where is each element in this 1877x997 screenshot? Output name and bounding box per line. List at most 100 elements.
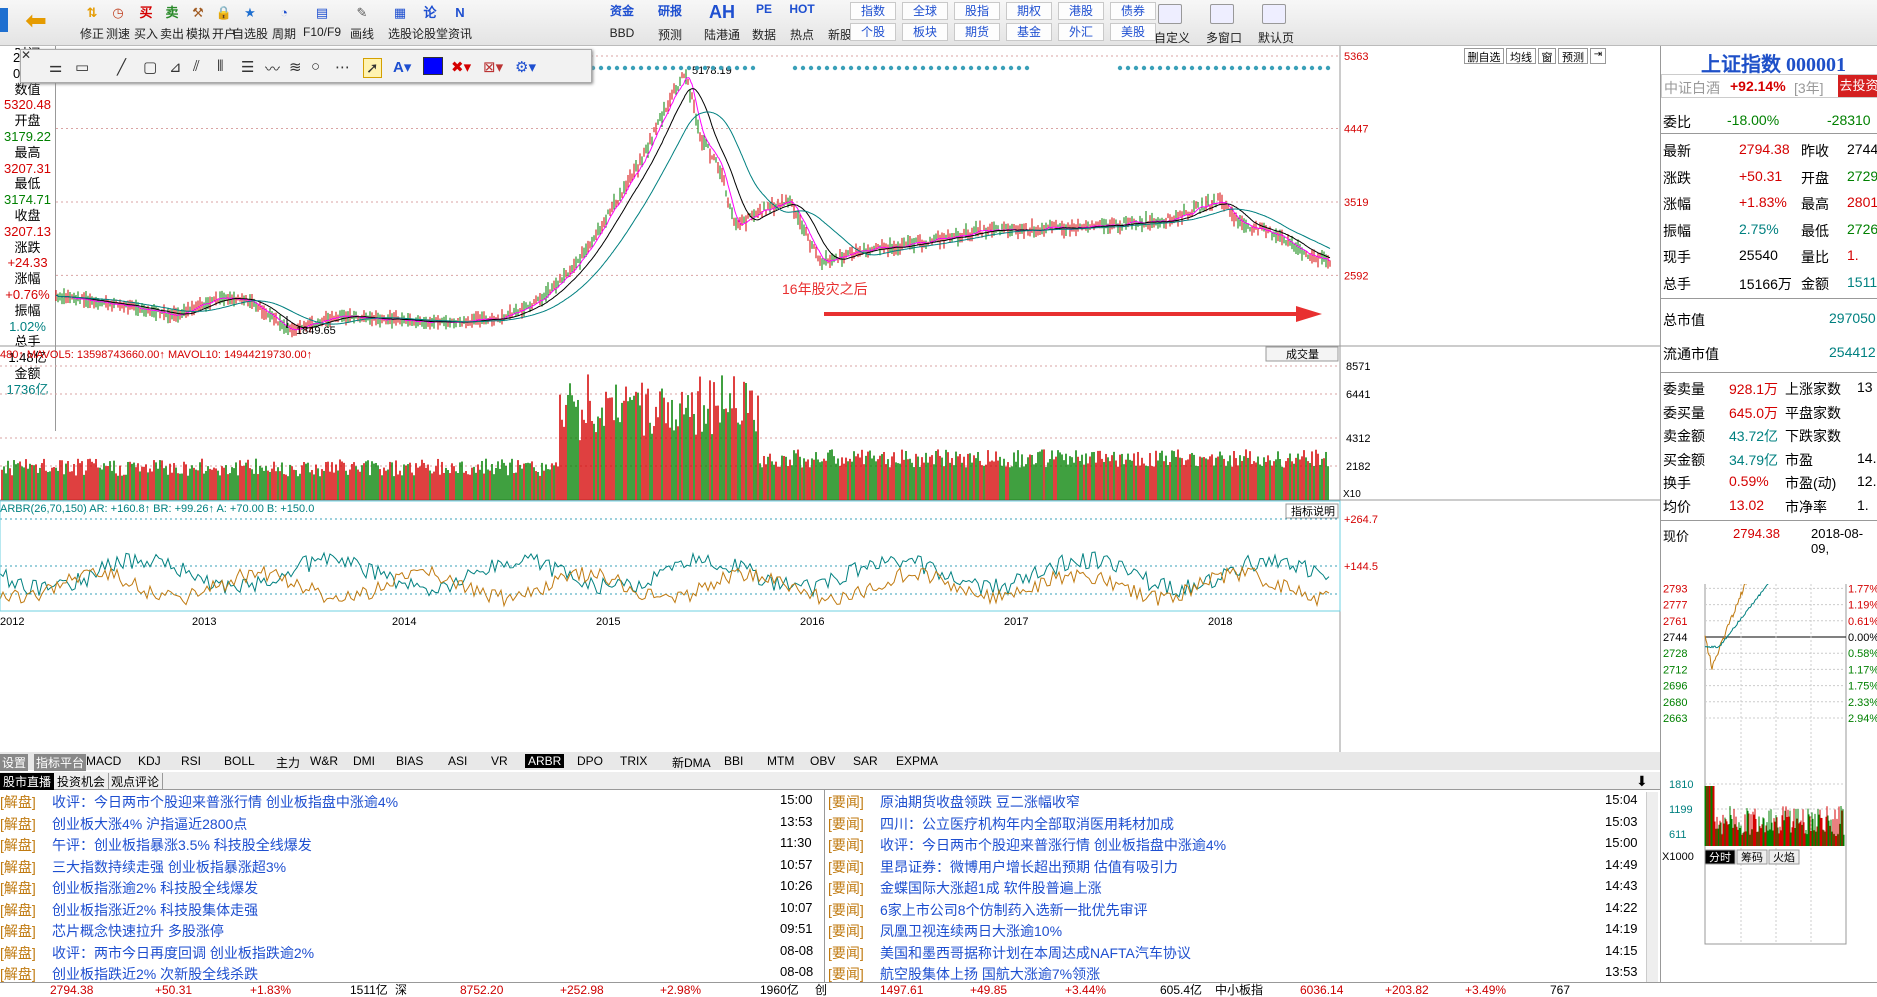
rect-tool-icon[interactable]: ▢ xyxy=(143,58,157,76)
right-toolbar-label[interactable]: 默认页 xyxy=(1254,29,1298,46)
settings-lines-icon[interactable]: ⚌ xyxy=(49,58,62,76)
delete-favorite-button[interactable]: 删自选 xyxy=(1464,48,1504,64)
news-headline[interactable]: 三大指数持续走强 创业板指暴涨超3% xyxy=(52,857,286,877)
mid-button-1[interactable]: 研报 xyxy=(648,2,692,22)
news-tab[interactable]: 观点评论 xyxy=(108,773,164,790)
fib-tool-icon[interactable]: ☰ xyxy=(241,58,254,76)
back-button[interactable]: ⬅ xyxy=(22,6,50,34)
market-button-5[interactable]: 债券 xyxy=(1110,2,1156,20)
news-headline[interactable]: 金蝶国际大涨超1成 软件股普遍上涨 xyxy=(880,878,1102,898)
market-button-1[interactable]: 全球 xyxy=(902,2,948,20)
ma-button[interactable]: 均线 xyxy=(1506,48,1536,64)
news-download-icon[interactable]: ⬇ xyxy=(1636,773,1648,790)
market-button-4[interactable]: 港股 xyxy=(1058,2,1104,20)
multi-window-icon[interactable] xyxy=(1210,4,1234,24)
indicator-tab[interactable]: VR xyxy=(491,754,508,768)
custom-page-icon[interactable] xyxy=(1158,4,1182,24)
indicator-tab[interactable]: DPO xyxy=(577,754,603,768)
invest-button[interactable]: 去投资 xyxy=(1838,75,1877,97)
wave-tool-icon[interactable]: 〰 xyxy=(265,58,280,79)
news-headline[interactable]: 创业板指涨逾2% 科技股全线爆发 xyxy=(52,878,258,898)
home-icon[interactable] xyxy=(1262,4,1286,24)
news-headline[interactable]: 凤凰卫视连续两日大涨逾10% xyxy=(880,921,1062,941)
forecast-button[interactable]: 预测 xyxy=(1558,48,1588,64)
indicator-tab[interactable]: BOLL xyxy=(224,754,255,768)
news-headline[interactable]: 里昂证券：微博用户增长超出预期 估值有吸引力 xyxy=(880,857,1178,877)
channel-tool-icon[interactable]: ⫽ xyxy=(193,58,200,75)
indicator-tab[interactable]: ARBR xyxy=(525,754,565,768)
market-button-9[interactable]: 基金 xyxy=(1006,23,1052,41)
line-tool-icon[interactable]: ╱ xyxy=(117,58,126,76)
text-tool-icon[interactable]: A▾ xyxy=(393,58,411,76)
cycle-tool-icon[interactable]: ≋ xyxy=(289,58,302,76)
erase-all-icon[interactable]: ⊠▾ xyxy=(483,58,503,76)
more-tools-icon[interactable]: ⋯ xyxy=(335,58,350,76)
market-button-0[interactable]: 指数 xyxy=(850,2,896,20)
news-headline[interactable]: 午评：创业板指暴涨3.5% 科技股全线爆发 xyxy=(52,835,312,855)
indicator-tab[interactable]: EXPMA xyxy=(896,754,938,768)
indicator-tab[interactable]: 指标平台 xyxy=(34,754,87,771)
indicator-tab[interactable]: 设置 xyxy=(0,754,29,771)
news-tab[interactable]: 股市直播 xyxy=(0,773,55,790)
market-button-6[interactable]: 个股 xyxy=(850,23,896,41)
news-tab[interactable]: 投资机会 xyxy=(54,773,110,790)
market-button-2[interactable]: 股指 xyxy=(954,2,1000,20)
indicator-tab[interactable]: SAR xyxy=(853,754,878,768)
fan-tool-icon[interactable]: ⊿ xyxy=(169,58,182,76)
intraday-chart[interactable]: 28252.94%28092.36%27931.77%27771.19%2761… xyxy=(1661,584,1877,986)
news-headline[interactable]: 四川：公立医疗机构年内全部取消医用耗材加成 xyxy=(880,814,1174,834)
circle-tool-icon[interactable]: ○ xyxy=(311,58,320,75)
news-headline[interactable]: 收评：今日两市个股迎来普涨行情 创业板指盘中涨逾4% xyxy=(880,835,1226,855)
indicator-tab[interactable]: BBI xyxy=(724,754,743,768)
market-button-3[interactable]: 期权 xyxy=(1006,2,1052,20)
indicator-tab[interactable]: KDJ xyxy=(138,754,161,768)
news-headline[interactable]: 创业板大涨4% 沪指逼近2800点 xyxy=(52,814,247,834)
market-button-10[interactable]: 外汇 xyxy=(1058,23,1104,41)
right-toolbar-label[interactable]: 多窗口 xyxy=(1202,29,1246,46)
delete-drawing-icon[interactable]: ✖▾ xyxy=(451,58,471,76)
mid-button-sub[interactable]: 陆港通 xyxy=(700,26,744,43)
text-box-icon[interactable]: ▭ xyxy=(75,58,89,76)
toolbar-button-12[interactable]: N 资讯 xyxy=(440,2,480,42)
news-headline[interactable]: 美国和墨西哥据称计划在本周达成NAFTA汽车协议 xyxy=(880,943,1191,963)
kline-chart[interactable]: 53634447351925925178.191849.6516年股灾之后480… xyxy=(0,46,1660,752)
mid-button-2[interactable]: AH xyxy=(700,2,744,22)
mid-button-0[interactable]: 资金 xyxy=(600,2,644,22)
news-headline[interactable]: 原油期货收盘领跌 豆二涨幅收窄 xyxy=(880,792,1080,812)
indicator-tab[interactable]: TRIX xyxy=(620,754,647,768)
market-button-8[interactable]: 期货 xyxy=(954,23,1000,41)
indicator-tab[interactable]: DMI xyxy=(353,754,375,768)
close-icon[interactable]: ✕ xyxy=(21,48,31,62)
cursor-tool-icon[interactable]: ➚ xyxy=(363,58,382,78)
indicator-tab[interactable]: W&R xyxy=(310,754,338,768)
indicator-tab[interactable]: MACD xyxy=(86,754,121,768)
news-headline[interactable]: 创业板指涨近2% 科技股集体走强 xyxy=(52,900,258,920)
indicator-tab[interactable]: ASI xyxy=(448,754,467,768)
indicator-tab[interactable]: 主力 xyxy=(276,754,300,771)
indicator-tab[interactable]: 新DMA xyxy=(672,754,711,771)
indicator-tab[interactable]: MTM xyxy=(767,754,794,768)
news-scrollbar[interactable] xyxy=(1646,792,1658,984)
news-headline[interactable]: 航空股集体上扬 国航大涨逾7%领涨 xyxy=(880,964,1100,984)
indicator-tab[interactable]: RSI xyxy=(181,754,201,768)
toolbar-button-8[interactable]: ▤ F10/F9 xyxy=(302,2,342,39)
color-picker-icon[interactable] xyxy=(423,57,443,75)
expand-icon[interactable]: ⇥ xyxy=(1590,48,1606,64)
mid-button-sub[interactable]: 预测 xyxy=(648,26,692,43)
window-button[interactable]: 窗 xyxy=(1538,48,1556,64)
news-headline[interactable]: 收评：两市今日再度回调 创业板指跌逾2% xyxy=(52,943,314,963)
indicator-tab[interactable]: OBV xyxy=(810,754,835,768)
news-headline[interactable]: 芯片概念快速拉升 多股涨停 xyxy=(52,921,224,941)
gann-tool-icon[interactable]: ⦀ xyxy=(217,58,224,75)
mid-button-sub[interactable]: BBD xyxy=(600,26,644,40)
draw-settings-icon[interactable]: ⚙▾ xyxy=(515,58,536,76)
indicator-tab[interactable]: BIAS xyxy=(396,754,423,768)
market-button-7[interactable]: 板块 xyxy=(902,23,948,41)
news-headline[interactable]: 收评：今日两市个股迎来普涨行情 创业板指盘中涨逾4% xyxy=(52,792,398,812)
news-headline[interactable]: 创业板指跌近2% 次新股全线杀跌 xyxy=(52,964,258,984)
app-logo-icon[interactable] xyxy=(0,8,8,32)
toolbar-button-7[interactable]: ◔ 周期 xyxy=(264,2,304,42)
toolbar-button-9[interactable]: ✎ 画线 xyxy=(342,2,382,42)
news-headline[interactable]: 6家上市公司8个仿制药入选新一批优先审评 xyxy=(880,900,1148,920)
right-toolbar-label[interactable]: 自定义 xyxy=(1150,29,1194,46)
